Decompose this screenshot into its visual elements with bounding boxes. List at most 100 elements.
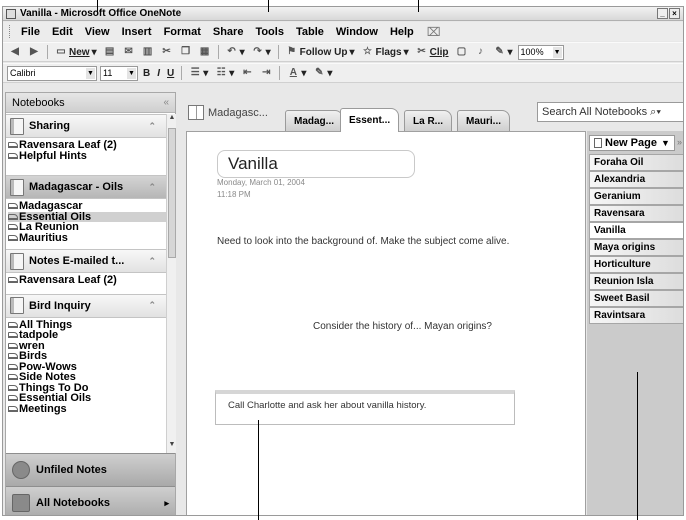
clip-button[interactable]: ✂ Clip	[414, 44, 451, 60]
close-icon[interactable]: ×	[669, 8, 680, 19]
section-item[interactable]: Ravensara Leaf (2)	[8, 275, 166, 286]
forward-button[interactable]: ▶	[26, 44, 42, 60]
collapse-notebook-icon[interactable]: ⌃	[148, 121, 156, 132]
font-size-combo[interactable]: 11 ▼	[100, 65, 138, 81]
current-notebook[interactable]: Madagasc...	[188, 105, 268, 120]
paste-button[interactable]: ▦	[197, 44, 213, 60]
notebook-madagascar-oils[interactable]: Madagascar - Oils ⌃	[6, 175, 166, 199]
page-tab[interactable]: Horticulture	[589, 256, 683, 273]
menu-tools[interactable]: Tools	[250, 26, 291, 38]
search-icon[interactable]: ⌕▾	[650, 106, 661, 119]
screen-clip-button[interactable]: ▢	[454, 44, 470, 60]
section-item[interactable]: Madagascar	[8, 201, 166, 212]
minimize-icon[interactable]: _	[657, 8, 668, 19]
page-tab[interactable]: Alexandria	[589, 171, 683, 188]
section-icon	[8, 234, 18, 241]
section-item[interactable]: Essential Oils	[8, 393, 166, 404]
page-tab[interactable]: Maya origins	[589, 239, 683, 256]
expand-pages-icon[interactable]: »	[677, 137, 682, 147]
collapse-pane-icon[interactable]: «	[163, 97, 169, 108]
section-item[interactable]: Mauritius	[8, 232, 166, 244]
section-item[interactable]: Ravensara Leaf (2)	[8, 140, 166, 151]
underline-button[interactable]: U	[165, 65, 176, 81]
note-container-selected[interactable]: Call Charlotte and ask her about vanilla…	[215, 390, 515, 425]
flags-button[interactable]: ☆ Flags ▾	[359, 44, 410, 60]
chevron-down-icon[interactable]: ▼	[661, 138, 670, 148]
unfiled-notes-button[interactable]: Unfiled Notes	[6, 453, 175, 486]
outdent-button[interactable]: ⇤	[239, 65, 255, 81]
notebook-sharing[interactable]: Sharing ⌃	[6, 114, 166, 138]
section-tab-essent[interactable]: Essent...	[340, 108, 400, 132]
page-tab[interactable]: Sweet Basil	[589, 290, 683, 307]
section-item[interactable]: Helpful Hints	[8, 150, 166, 162]
section-tab-madag[interactable]: Madag...	[285, 110, 344, 131]
highlight-button[interactable]: ✎ ▾	[311, 65, 334, 81]
section-item[interactable]: Birds	[8, 351, 166, 362]
close-menu-icon[interactable]: ⌧	[427, 25, 441, 39]
indent-button[interactable]: ⇥	[258, 65, 274, 81]
page-tab[interactable]: Geranium	[589, 188, 683, 205]
menu-table[interactable]: Table	[291, 26, 331, 38]
section-tab-mauri[interactable]: Mauri...	[457, 110, 511, 131]
new-button[interactable]: ▭ New ▾	[53, 44, 99, 60]
callout-line	[97, 0, 98, 12]
collapse-notebook-icon[interactable]: ⌃	[148, 182, 156, 193]
section-label: Birds	[19, 350, 48, 362]
notebook-bird-inquiry[interactable]: Bird Inquiry ⌃	[6, 293, 166, 318]
search-all-notebooks-input[interactable]: Search All Notebooks ⌕▾	[537, 102, 683, 122]
email-button[interactable]: ✉	[121, 44, 137, 60]
font-name-combo[interactable]: Calibri ▼	[7, 65, 97, 81]
print-button[interactable]: ▥	[140, 44, 156, 60]
numbering-button[interactable]: ☷ ▾	[213, 65, 236, 81]
back-button[interactable]: ◀	[7, 44, 23, 60]
collapse-notebook-icon[interactable]: ⌃	[148, 256, 156, 267]
pen-button[interactable]: ✎ ▾	[492, 44, 515, 60]
notebook-notes-emailed[interactable]: Notes E-mailed t... ⌃	[6, 249, 166, 273]
follow-up-button[interactable]: ⚑ Follow Up ▾	[284, 44, 357, 60]
collapse-notebook-icon[interactable]: ⌃	[148, 300, 156, 311]
new-page-button[interactable]: New Page ▼	[589, 135, 675, 151]
new-label: New	[69, 46, 90, 58]
menu-format[interactable]: Format	[159, 26, 208, 38]
title-bar: Vanilla - Microsoft Office OneNote _ ×	[3, 7, 683, 21]
cut-button[interactable]: ✂	[159, 44, 175, 60]
section-tab-la-r[interactable]: La R...	[404, 110, 453, 131]
scroll-up-icon[interactable]: ▲	[167, 114, 177, 126]
note-container[interactable]: Consider the history of... Mayan origins…	[313, 320, 513, 333]
menu-share[interactable]: Share	[208, 26, 251, 38]
note-container[interactable]: Need to look into the background of. Mak…	[217, 235, 517, 248]
undo-button[interactable]: ↶ ▾	[224, 44, 247, 60]
menu-window[interactable]: Window	[331, 26, 385, 38]
scroll-thumb[interactable]	[168, 128, 176, 258]
open-button[interactable]: ▤	[102, 44, 118, 60]
menu-file[interactable]: File	[16, 26, 47, 38]
menu-edit[interactable]: Edit	[47, 26, 80, 38]
section-item[interactable]: tadpole	[8, 330, 166, 341]
copy-button[interactable]: ❐	[178, 44, 194, 60]
menu-insert[interactable]: Insert	[117, 26, 159, 38]
menu-help[interactable]: Help	[385, 26, 421, 38]
audio-button[interactable]: ♪	[473, 44, 489, 60]
page-tab[interactable]: Ravintsara	[589, 307, 683, 324]
nav-scrollbar[interactable]: ▲ ▼	[166, 114, 176, 453]
page-tab[interactable]: Reunion Isla	[589, 273, 683, 290]
italic-button[interactable]: I	[155, 65, 162, 81]
section-item[interactable]: Meetings	[8, 403, 166, 415]
menu-view[interactable]: View	[80, 26, 117, 38]
zoom-combo[interactable]: 100% ▼	[517, 44, 564, 60]
all-notebooks-button[interactable]: All Notebooks ▸	[6, 486, 175, 515]
scroll-down-icon[interactable]: ▼	[167, 441, 177, 453]
bullets-button[interactable]: ☰ ▾	[187, 65, 210, 81]
page-tab[interactable]: Ravensara	[589, 205, 683, 222]
section-icon	[8, 152, 18, 159]
page-canvas[interactable]: Vanilla Monday, March 01, 2004 11:18 PM …	[186, 131, 586, 515]
section-item[interactable]: Side Notes	[8, 372, 166, 383]
bold-button[interactable]: B	[141, 65, 152, 81]
page-tab-selected[interactable]: Vanilla	[589, 222, 683, 239]
font-color-button[interactable]: A ▾	[285, 65, 308, 81]
chevron-down-icon: ▼	[552, 46, 562, 58]
redo-button[interactable]: ↷ ▾	[250, 44, 273, 60]
page-tab[interactable]: Foraha Oil	[589, 154, 683, 171]
section-item[interactable]: La Reunion	[8, 222, 166, 233]
page-title[interactable]: Vanilla	[217, 150, 415, 178]
